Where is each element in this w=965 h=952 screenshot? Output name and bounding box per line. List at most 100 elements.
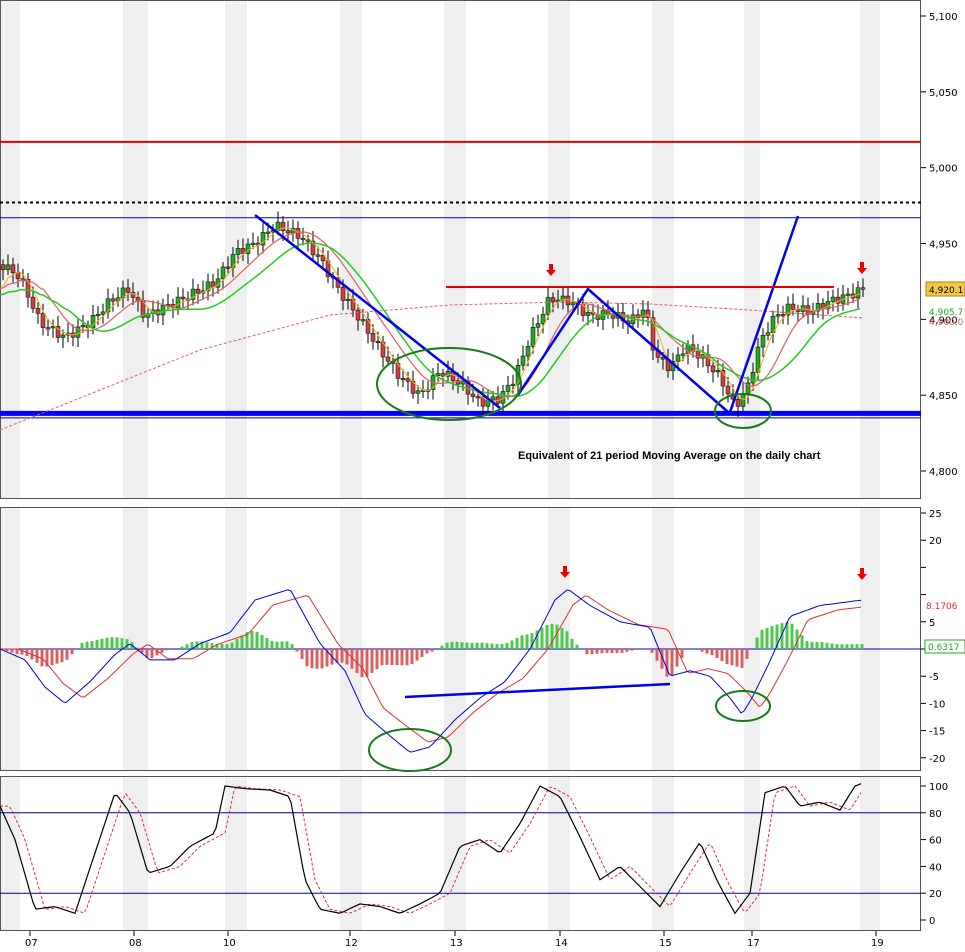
candle-body [95,314,101,317]
session-band [860,776,880,931]
macd-y-tick-label: 20 [929,536,942,547]
macd-hist-bar [710,649,714,656]
macd-hist-bar [420,649,424,658]
session-band [548,0,570,499]
candle-body [10,264,16,273]
macd-hist-bar [495,644,499,649]
macd-hist-bar [540,627,544,649]
macd-hist-bar [50,649,54,666]
x-tick-label: 12 [345,938,358,949]
candle-body [305,239,311,242]
macd-hist-bar [310,649,314,669]
macd-hist-bar [440,645,444,649]
macd-hist-bar [815,641,819,649]
candle-body [315,254,321,257]
candle-body [760,334,766,348]
macd-hist-bar [340,649,344,663]
macd-y-tick-label: -20 [929,754,945,765]
y-tick-label: 5,000 [929,164,958,175]
macd-hist-bar [15,649,19,655]
candle-body [830,296,836,302]
macd-hist-bar [265,638,269,649]
macd-hist-bar [610,649,614,653]
macd-hist-bar [655,649,659,661]
stoch-y-tick-label: 40 [929,862,942,873]
macd-hist-bar [360,649,364,678]
macd-hist-bar [845,644,849,649]
macd-hist-bar [855,644,859,649]
macd-hist-bar [730,649,734,666]
candle-body [680,353,686,356]
macd-hist-bar [305,649,309,667]
session-band [548,776,570,931]
x-tick-label: 19 [871,938,884,949]
macd-hist-bar [105,637,109,649]
candle-body [0,264,6,270]
macd-hist-bar [860,644,864,649]
macd-hist-bar [570,638,574,649]
candle-body [360,319,366,322]
macd-hist-bar [220,643,224,649]
macd-hist-bar [810,642,814,649]
candle-body [750,372,756,384]
candle-body [855,287,861,299]
candle-body [775,314,781,317]
candle-body [45,327,51,330]
macd-hist-bar [835,644,839,649]
candle-body [525,346,531,357]
macd-hist-bar [180,646,184,649]
ma-value-label: 4,900.0 [929,318,964,328]
y-tick-label: 4,950 [929,240,958,251]
macd-hist-bar [300,649,304,659]
candle-body [400,378,406,381]
candle-body [35,308,41,314]
macd-hist-bar [90,640,94,649]
x-tick-label: 15 [659,938,672,949]
macd-hist-bar [240,635,244,649]
macd-hist-bar [550,623,554,649]
candle-body [415,390,421,394]
macd-hist-bar [755,637,759,649]
macd-hist-bar [510,640,514,649]
candle-body [440,373,446,377]
y-tick-label: 5,050 [929,88,958,99]
macd-hist-bar [450,641,454,649]
candle-body [545,297,551,315]
candle-body [250,242,256,245]
session-band [123,776,148,931]
macd-hist-bar [680,649,684,658]
macd-value-label: 8.1706 [926,602,958,612]
macd-hist-bar [150,649,154,658]
macd-hist-bar [615,649,619,654]
macd-hist-bar [790,623,794,649]
candle-body [295,228,301,239]
x-tick-label: 13 [450,938,463,949]
y-tick-label: 4,850 [929,391,958,402]
macd-hist-bar [625,649,629,652]
macd-hist-bar [525,634,529,649]
candle-body [780,314,786,317]
macd-hist-bar [315,649,319,669]
session-band [444,507,466,771]
macd-hist-bar [830,643,834,649]
candle-body [225,266,231,269]
macd-hist-bar [840,644,844,649]
chart-annotation: Equivalent of 21 period Moving Average o… [518,450,821,462]
candle-body [355,309,361,321]
macd-hist-bar [765,627,769,649]
macd-hist-bar [650,649,654,653]
macd-hist-bar [225,643,229,649]
candle-body [100,311,106,315]
candle-body [5,264,11,270]
stoch-y-tick-label: 20 [929,889,942,900]
macd-hist-bar [80,642,84,649]
candle-body [520,355,526,366]
macd-hist-bar [700,649,704,652]
macd-hist-bar [800,635,804,649]
candle-body [280,221,286,231]
macd-hist-bar [590,649,594,655]
macd-hist-bar [850,644,854,649]
macd-hist-bar [715,649,719,659]
macd-hist-bar [235,638,239,649]
candle-body [265,231,271,234]
